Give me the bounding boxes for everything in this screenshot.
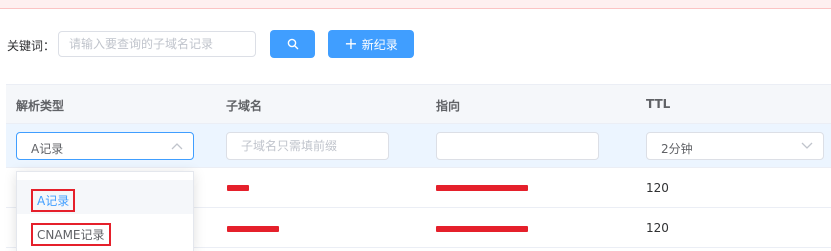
alert-banner — [0, 0, 831, 9]
redacted-subdomain — [227, 226, 279, 232]
add-record-button[interactable]: + 新纪录 — [328, 30, 414, 58]
record-type-dropdown: A记录 CNAME记录 — [16, 171, 194, 251]
ttl-cell: 120 — [646, 221, 669, 235]
option-label: CNAME记录 — [31, 223, 111, 246]
header-subdomain: 子域名 — [226, 99, 263, 113]
header-target: 指向 — [436, 99, 461, 113]
option-label: A记录 — [31, 189, 76, 212]
redacted-target — [436, 185, 528, 191]
record-type-select[interactable]: A记录 — [16, 132, 194, 160]
redacted-target — [436, 226, 528, 232]
header-ttl: TTL — [646, 97, 671, 111]
table-header: 解析类型 子域名 指向 TTL — [6, 84, 831, 124]
header-record-type: 解析类型 — [16, 99, 65, 113]
search-input[interactable] — [58, 31, 256, 57]
edit-row: A记录 2分钟 — [6, 124, 831, 168]
target-input[interactable] — [436, 132, 599, 160]
add-record-label: 新纪录 — [361, 37, 398, 52]
ttl-select[interactable]: 2分钟 — [646, 132, 824, 160]
ttl-cell: 120 — [646, 181, 669, 195]
plus-icon: + — [344, 33, 358, 53]
dropdown-option-a-record[interactable]: A记录 — [17, 180, 193, 214]
subdomain-input[interactable] — [226, 132, 389, 160]
record-type-value: A记录 — [31, 142, 64, 156]
keyword-label: 关键词： — [7, 39, 56, 53]
chevron-down-icon — [801, 142, 813, 149]
ttl-value: 2分钟 — [661, 142, 693, 156]
search-button[interactable] — [270, 30, 315, 58]
redacted-subdomain — [227, 185, 249, 191]
search-icon — [287, 38, 298, 50]
chevron-up-icon — [171, 143, 183, 150]
dropdown-option-cname-record[interactable]: CNAME记录 — [17, 214, 193, 248]
